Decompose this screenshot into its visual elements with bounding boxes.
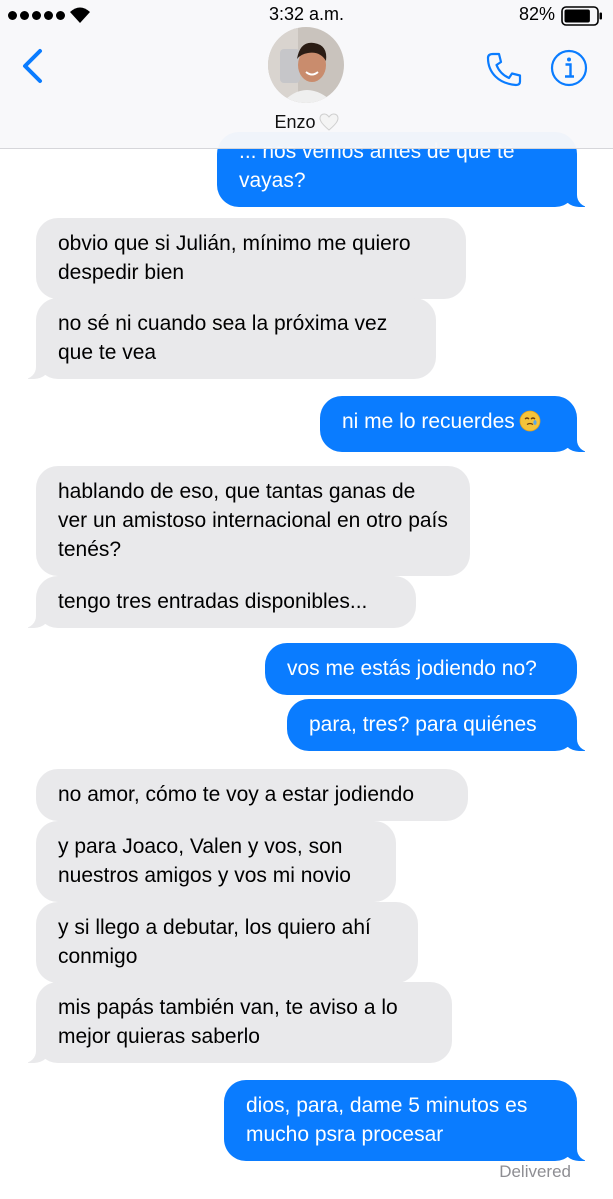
sent-message[interactable]: vos me estás jodiendo no? (265, 643, 577, 695)
sent-message[interactable]: para, tres? para quiénes (287, 699, 603, 751)
contact-name-row[interactable]: Enzo (0, 112, 613, 136)
received-message[interactable]: obvio que si Julián, mínimo me quiero de… (36, 218, 466, 299)
received-message[interactable]: tengo tres entradas disponibles... (10, 576, 416, 628)
chevron-left-icon (23, 49, 42, 83)
battery-percent: 82% (518, 4, 555, 24)
message-text: ni me lo recuerdes (342, 410, 515, 433)
received-message[interactable]: y si llego a debutar, los quiero ahí con… (36, 902, 418, 983)
message-text: mis papás también van, te aviso a lo mej… (58, 996, 398, 1048)
white-heart-icon (319, 113, 339, 136)
message-list[interactable]: ... nos vemos antes de que te vayas? obv… (0, 0, 613, 1199)
message-text: dios, para, dame 5 minutos es mucho psra… (246, 1094, 528, 1146)
message-text: obvio que si Julián, mínimo me quiero de… (58, 232, 411, 284)
status-bar: 3:32 a.m. 82% (0, 0, 613, 32)
contact-name: Enzo (274, 112, 316, 132)
battery-icon (561, 6, 603, 31)
face-holding-back-tears-icon (519, 410, 541, 440)
message-text: y para Joaco, Valen y vos, son nuestros … (58, 835, 351, 887)
message-text: no sé ni cuando sea la próxima vez que t… (58, 312, 388, 364)
message-text: hablando de eso, que tantas ganas de ver… (58, 480, 448, 561)
received-message[interactable]: mis papás también van, te aviso a lo mej… (10, 982, 452, 1063)
call-button[interactable] (484, 50, 524, 95)
received-message[interactable]: hablando de eso, que tantas ganas de ver… (36, 466, 470, 576)
contact-avatar[interactable] (268, 27, 344, 103)
message-text: no amor, cómo te voy a estar jodiendo (58, 783, 415, 806)
received-message[interactable]: y para Joaco, Valen y vos, son nuestros … (36, 821, 396, 902)
message-text: tengo tres entradas disponibles... (58, 590, 368, 613)
received-message[interactable]: no sé ni cuando sea la próxima vez que t… (10, 298, 436, 379)
phone-icon (486, 52, 522, 87)
message-text: vos me estás jodiendo no? (287, 657, 537, 680)
info-icon (550, 49, 588, 87)
delivery-status: Delivered (499, 1162, 571, 1181)
message-text: para, tres? para quiénes (309, 713, 537, 736)
sent-message[interactable]: dios, para, dame 5 minutos es mucho psra… (224, 1080, 603, 1161)
back-button[interactable] (20, 48, 46, 89)
received-message[interactable]: no amor, cómo te voy a estar jodiendo (36, 769, 468, 821)
info-button[interactable] (550, 49, 588, 92)
sent-message[interactable]: ni me lo recuerdes (320, 396, 603, 452)
message-text: y si llego a debutar, los quiero ahí con… (58, 916, 371, 968)
